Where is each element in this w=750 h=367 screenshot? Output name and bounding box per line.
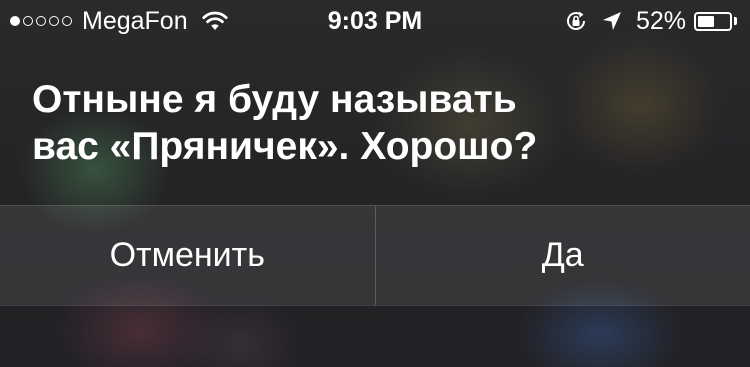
- siri-message-line-1: Отныне я буду называть: [32, 78, 517, 121]
- status-bar-right: 52%: [564, 7, 738, 35]
- location-arrow-icon: [602, 12, 621, 30]
- cancel-button[interactable]: Отменить: [0, 206, 375, 305]
- battery-nub: [734, 17, 737, 25]
- confirmation-button-bar: Отменить Да: [0, 205, 750, 306]
- battery-body: [694, 11, 732, 31]
- battery-icon: [694, 11, 738, 32]
- status-bar: MegaFon 9:03 PM 52%: [0, 0, 750, 42]
- siri-message: Отныне я буду называть вас «Пряничек». Х…: [32, 76, 722, 170]
- battery-level-fill: [698, 15, 714, 27]
- siri-message-line-2: вас «Пряничек». Хорошо?: [32, 125, 538, 168]
- battery-percentage: 52%: [635, 6, 686, 35]
- blurred-background: [0, 0, 750, 367]
- rotation-lock-icon: [566, 11, 585, 30]
- confirm-button[interactable]: Да: [376, 206, 750, 305]
